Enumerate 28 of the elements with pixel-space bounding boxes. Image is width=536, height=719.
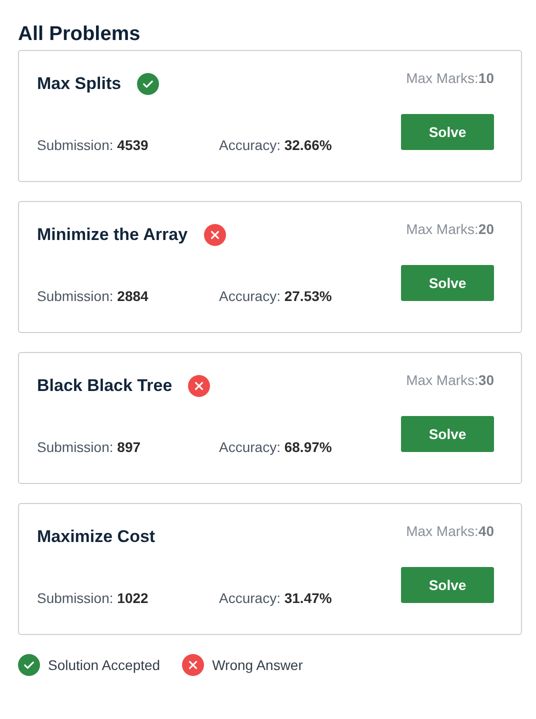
accuracy-value: Accuracy: 31.47% xyxy=(219,590,333,606)
check-icon xyxy=(18,654,40,676)
check-icon xyxy=(137,73,160,95)
legend-label: Wrong Answer xyxy=(212,657,303,673)
max-marks: Max Marks:10 xyxy=(406,70,494,86)
solve-button[interactable]: Solve xyxy=(401,567,494,603)
problem-title: Black Black Tree xyxy=(37,376,172,396)
problem-title: Max Splits xyxy=(37,74,122,94)
submission-count: Submission: 897 xyxy=(37,439,142,455)
submission-count: Submission: 1022 xyxy=(37,590,150,606)
legend-label: Solution Accepted xyxy=(48,657,160,673)
accuracy-value: Accuracy: 68.97% xyxy=(219,439,333,455)
page-heading: All Problems xyxy=(18,22,142,46)
submission-count: Submission: 4539 xyxy=(37,137,150,153)
submission-count: Submission: 2884 xyxy=(37,288,150,304)
solve-button[interactable]: Solve xyxy=(401,265,494,301)
accuracy-value: Accuracy: 32.66% xyxy=(219,137,333,153)
max-marks: Max Marks:40 xyxy=(406,523,494,539)
max-marks: Max Marks:20 xyxy=(406,221,494,237)
problem-title: Maximize Cost xyxy=(37,527,156,547)
problem-title: Minimize the Array xyxy=(37,225,188,245)
cross-icon xyxy=(204,224,226,246)
accuracy-value: Accuracy: 27.53% xyxy=(219,288,333,304)
solve-button[interactable]: Solve xyxy=(401,114,494,150)
cross-icon xyxy=(182,654,204,676)
solve-button[interactable]: Solve xyxy=(401,416,494,452)
max-marks: Max Marks:30 xyxy=(406,372,494,388)
cross-icon xyxy=(188,375,210,397)
